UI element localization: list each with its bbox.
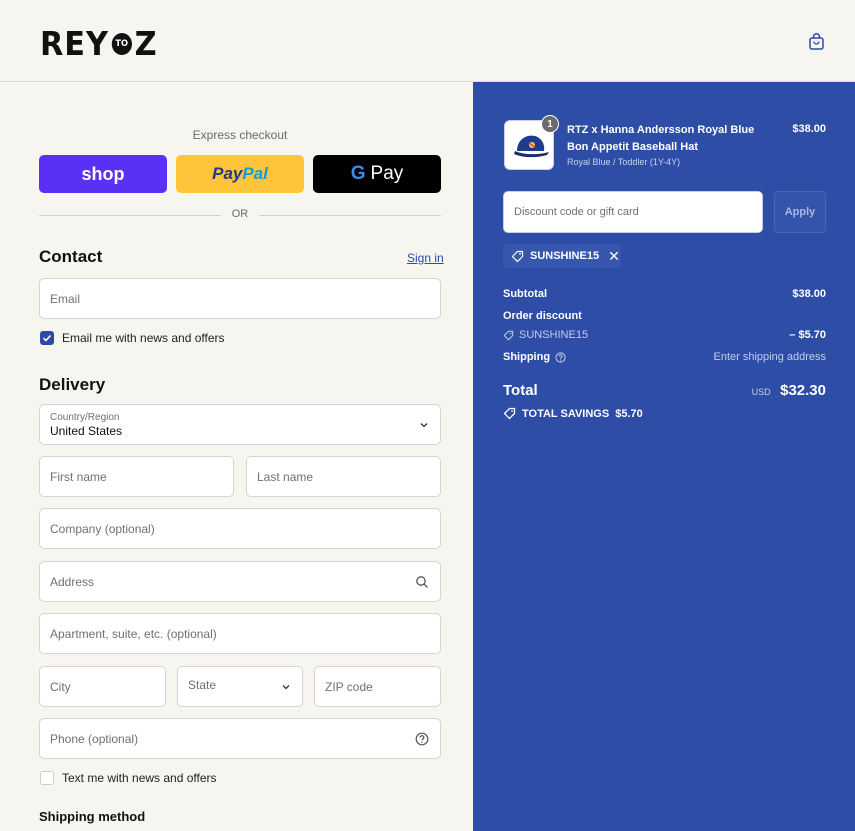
checkout-form: Express checkout shop Pay Pal G Pay OR Co… — [0, 82, 473, 831]
shipping-value: Enter shipping address — [713, 351, 826, 363]
help-icon[interactable] — [555, 351, 566, 363]
email-news-checkbox[interactable] — [40, 331, 54, 345]
company-placeholder: Company (optional) — [50, 521, 155, 536]
google-pay-label: Pay — [370, 163, 404, 184]
applied-discount-tag: SUNSHINE15 ✕ — [503, 244, 621, 268]
last-name-field[interactable]: Last name — [246, 456, 441, 497]
savings-value: $5.70 — [615, 407, 643, 420]
total-row: Total USD $32.30 — [503, 382, 826, 400]
text-news-checkbox-row[interactable]: Text me with news and offers — [40, 771, 217, 785]
shipping-label-wrap: Shipping — [503, 351, 566, 363]
header: REY TO Z — [0, 0, 855, 82]
product-price: $38.00 — [792, 123, 826, 135]
total-savings-row: TOTAL SAVINGS $5.70 — [503, 407, 643, 420]
delivery-heading: Delivery — [39, 375, 106, 394]
subtotal-row: Subtotal $38.00 — [503, 288, 826, 300]
shipping-label: Shipping — [503, 351, 551, 363]
email-field[interactable]: Email — [39, 278, 441, 319]
tag-icon — [503, 407, 516, 420]
state-placeholder: State — [188, 678, 217, 692]
product-name: RTZ x Hanna Andersson Royal Blue Bon App… — [567, 124, 755, 153]
paypal-label-part2: Pal — [242, 164, 268, 183]
logo-text-left: REY — [40, 24, 109, 63]
discount-code-placeholder: Discount code or gift card — [514, 206, 639, 218]
discount-value: – $5.70 — [789, 329, 826, 341]
last-name-placeholder: Last name — [257, 469, 314, 484]
city-placeholder: City — [50, 679, 71, 694]
express-checkout-label: Express checkout — [192, 128, 288, 142]
subtotal-label: Subtotal — [503, 288, 547, 300]
address-field[interactable]: Address — [39, 561, 441, 602]
email-news-checkbox-row[interactable]: Email me with news and offers — [40, 331, 225, 345]
zip-placeholder: ZIP code — [325, 679, 373, 694]
text-news-label: Text me with news and offers — [62, 771, 217, 785]
zip-field[interactable]: ZIP code — [314, 666, 441, 707]
remove-discount-icon[interactable]: ✕ — [608, 248, 620, 265]
apply-discount-button[interactable]: Apply — [774, 191, 826, 233]
chevron-down-icon — [420, 423, 428, 428]
tag-icon — [511, 250, 524, 262]
quantity-badge: 1 — [541, 115, 559, 133]
total-value: $32.30 — [780, 382, 826, 399]
search-icon — [416, 576, 428, 588]
total-label: Total — [503, 382, 538, 399]
apartment-field[interactable]: Apartment, suite, etc. (optional) — [39, 613, 441, 654]
google-g-icon: G — [350, 163, 366, 184]
tag-icon — [503, 330, 514, 340]
shipping-row: Shipping Enter shipping address — [503, 351, 826, 363]
or-label: OR — [231, 208, 249, 220]
discount-code-line: SUNSHINE15 — [503, 329, 588, 341]
address-placeholder: Address — [50, 574, 95, 589]
discount-code-name: SUNSHINE15 — [519, 329, 589, 341]
contact-heading: Contact — [39, 247, 103, 266]
help-icon[interactable] — [415, 732, 429, 746]
order-discount-row: Order discount — [503, 310, 826, 322]
email-news-label: Email me with news and offers — [62, 331, 225, 345]
logo-text-middle: TO — [111, 32, 132, 55]
google-pay-button[interactable]: G Pay — [313, 155, 441, 193]
company-field[interactable]: Company (optional) — [39, 508, 441, 549]
discount-code-input[interactable]: Discount code or gift card — [503, 191, 763, 233]
store-logo[interactable]: REY TO Z — [40, 24, 158, 63]
state-select[interactable]: State — [177, 666, 303, 707]
phone-field[interactable]: Phone (optional) — [39, 718, 441, 759]
country-value: United States — [50, 423, 123, 438]
subtotal-value: $38.00 — [792, 288, 826, 300]
phone-placeholder: Phone (optional) — [50, 731, 139, 746]
shipping-method-heading: Shipping method — [39, 809, 146, 824]
text-news-checkbox[interactable] — [40, 771, 54, 785]
email-placeholder: Email — [50, 291, 81, 306]
chevron-down-icon — [282, 685, 290, 690]
apartment-placeholder: Apartment, suite, etc. (optional) — [50, 626, 217, 641]
shop-pay-label: shop — [81, 163, 125, 184]
savings-label: TOTAL SAVINGS — [522, 407, 610, 420]
sign-in-link[interactable]: Sign in — [407, 251, 444, 265]
order-discount-label: Order discount — [503, 310, 582, 322]
checkmark-icon — [42, 334, 52, 342]
shop-pay-button[interactable]: shop — [39, 155, 167, 193]
or-divider: OR — [39, 208, 441, 222]
discount-code-row: SUNSHINE15 – $5.70 — [503, 329, 826, 341]
applied-discount-code: SUNSHINE15 — [530, 250, 600, 262]
first-name-placeholder: First name — [50, 469, 107, 484]
order-summary: 1 RTZ x Hanna Andersson Royal Blue Bon A… — [473, 82, 855, 831]
first-name-field[interactable]: First name — [39, 456, 234, 497]
paypal-button[interactable]: Pay Pal — [176, 155, 304, 193]
country-label: Country/Region — [50, 411, 120, 423]
logo-text-right: Z — [134, 24, 158, 63]
product-variant: Royal Blue / Toddler (1Y-4Y) — [567, 157, 681, 167]
city-field[interactable]: City — [39, 666, 166, 707]
country-select[interactable]: Country/Region United States — [39, 404, 441, 445]
shopping-bag-icon[interactable] — [808, 33, 825, 50]
paypal-label-part1: Pay — [212, 164, 243, 183]
total-currency: USD — [751, 387, 771, 397]
